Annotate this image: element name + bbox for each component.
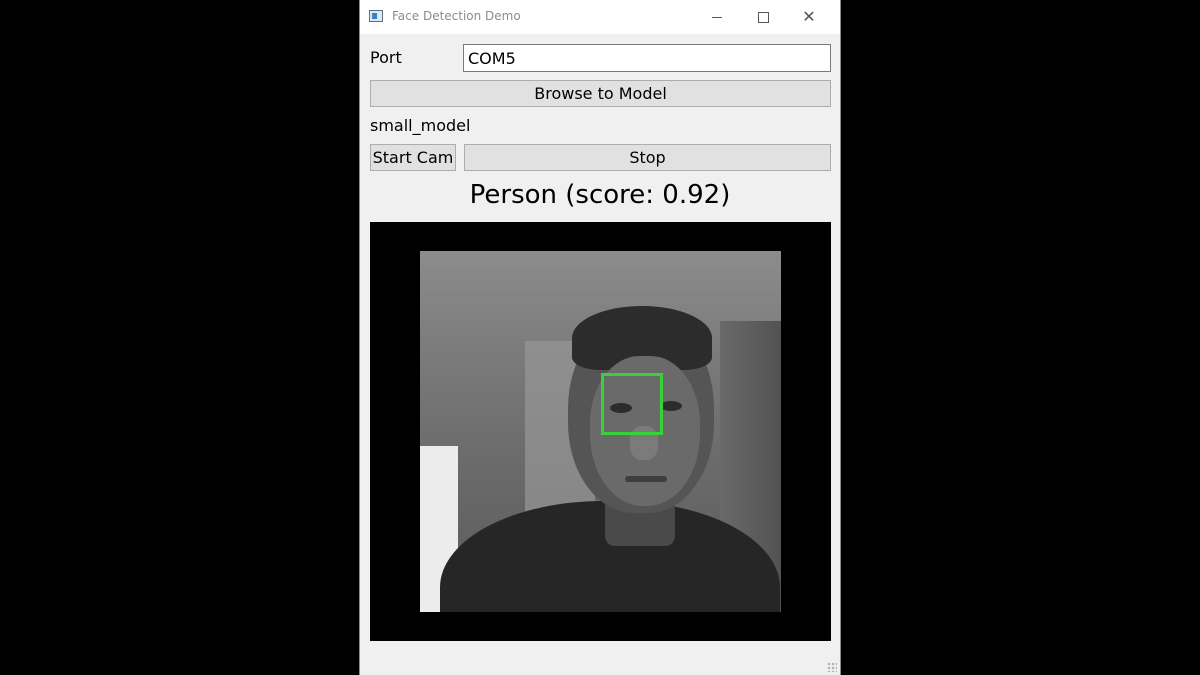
camera-frame: [420, 251, 781, 612]
port-input[interactable]: [463, 44, 831, 72]
maximize-button[interactable]: [740, 0, 786, 34]
window-title: Face Detection Demo: [392, 9, 521, 23]
camera-view: [370, 222, 831, 641]
port-label: Port: [370, 48, 402, 67]
person-mouth: [625, 476, 667, 482]
minimize-button[interactable]: [694, 0, 740, 34]
close-icon: ✕: [802, 7, 816, 26]
browse-model-button[interactable]: Browse to Model: [370, 80, 831, 107]
stop-button[interactable]: Stop: [464, 144, 831, 171]
app-icon: [369, 10, 383, 22]
resize-grip-icon[interactable]: [827, 662, 837, 672]
minimize-icon: [712, 16, 722, 18]
model-name-label: small_model: [370, 116, 471, 135]
face-bounding-box: [601, 373, 663, 435]
maximize-icon: [757, 11, 769, 23]
app-window: Face Detection Demo ✕ Port Browse to Mod…: [359, 0, 841, 675]
title-bar[interactable]: Face Detection Demo ✕: [360, 0, 840, 34]
close-button[interactable]: ✕: [786, 0, 832, 34]
start-cam-button[interactable]: Start Cam: [370, 144, 456, 171]
detection-result: Person (score: 0.92): [469, 180, 731, 210]
person-eye-right: [660, 401, 682, 411]
